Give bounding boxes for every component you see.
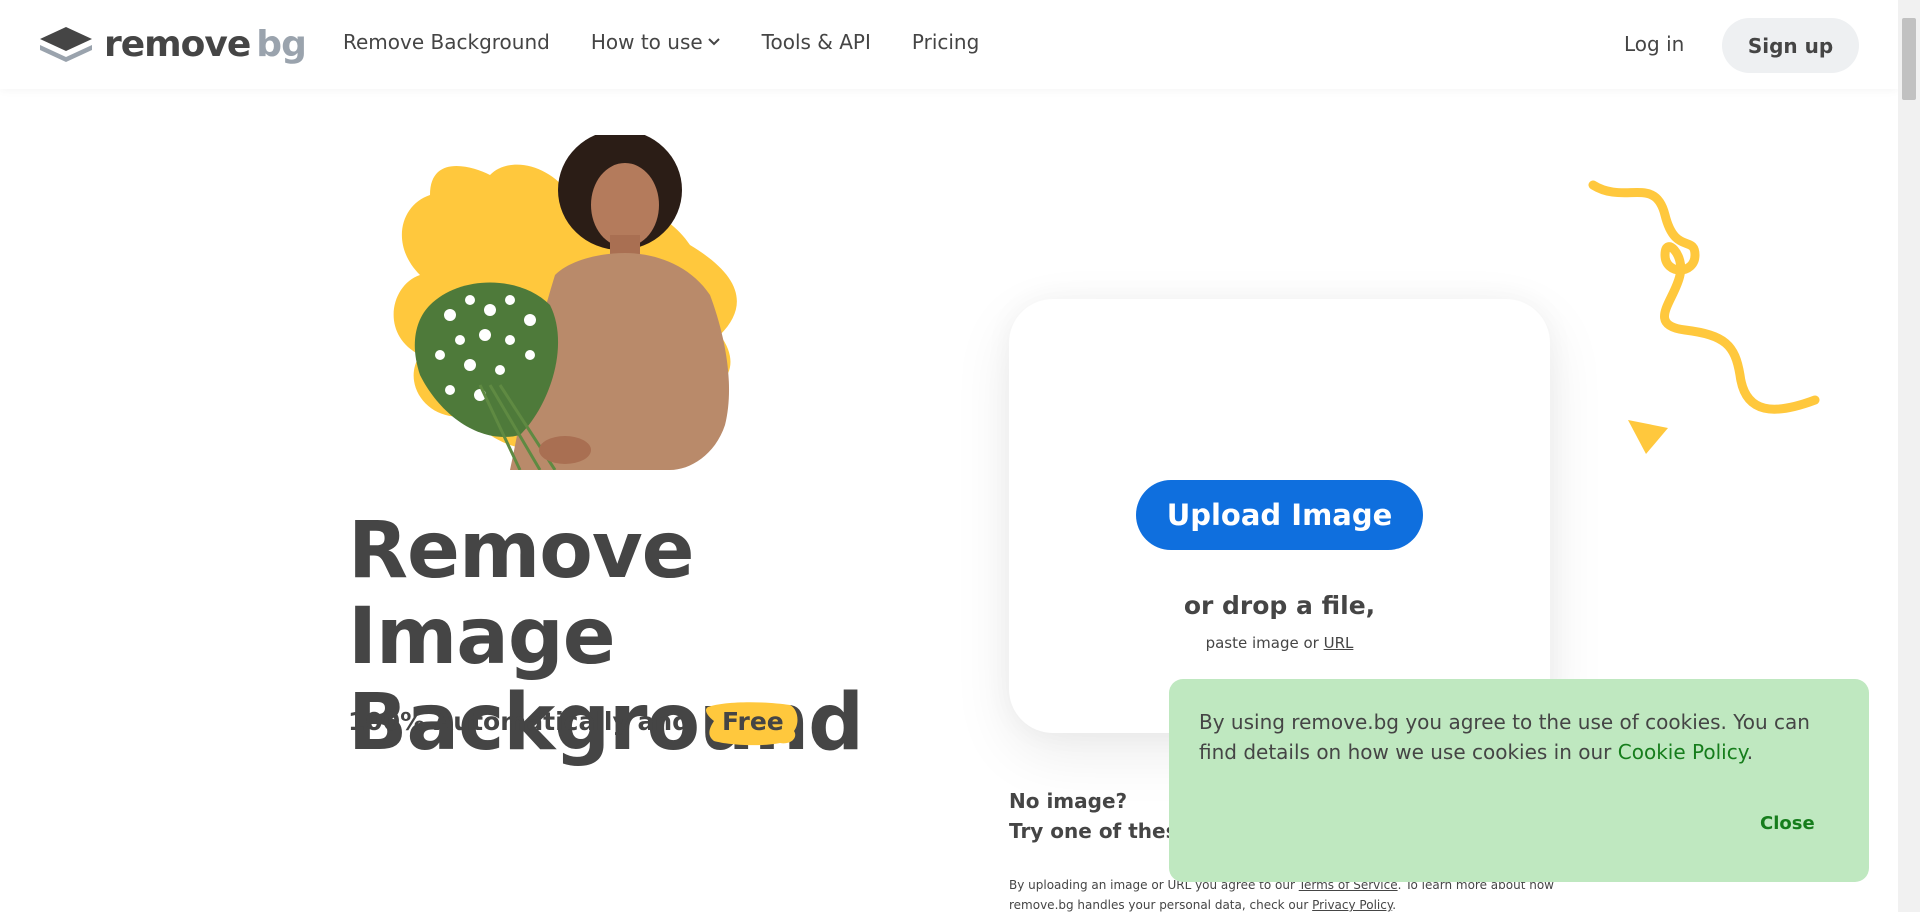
hero-title-line1: Remove Image: [348, 506, 695, 682]
top-navbar: remove bg Remove Background How to use To…: [0, 0, 1898, 89]
nav-label: Tools & API: [761, 30, 871, 54]
yellow-triangle-decoration: [1628, 420, 1668, 454]
nav-label: How to use: [590, 30, 703, 54]
upload-image-button[interactable]: Upload Image: [1136, 480, 1423, 550]
nav-label: Remove Background: [343, 30, 550, 54]
free-text: Free: [722, 707, 784, 736]
upload-card[interactable]: Upload Image or drop a file, paste image…: [1009, 299, 1550, 733]
scrollbar-thumb[interactable]: [1902, 18, 1916, 100]
chevron-down-icon: [707, 38, 720, 46]
paste-label: paste image or: [1205, 634, 1319, 652]
nav-pricing[interactable]: Pricing: [912, 30, 979, 54]
nav-label: Pricing: [911, 30, 980, 54]
signup-button[interactable]: Sign up: [1722, 18, 1859, 73]
cookie-banner: By using remove.bg you agree to the use …: [1169, 679, 1869, 882]
paste-image-text: paste image or URL: [1009, 634, 1550, 652]
drop-file-text: or drop a file,: [1183, 591, 1376, 620]
stacked-layers-logo-icon: [40, 26, 92, 62]
nav-tools-api[interactable]: Tools & API: [762, 30, 871, 54]
privacy-policy-link[interactable]: Privacy Policy: [1312, 898, 1392, 912]
hero-subtitle: 100% Automatically and Free: [348, 701, 802, 746]
hero-subtitle-text: 100% Automatically and: [348, 707, 691, 736]
nav-remove-background[interactable]: Remove Background: [343, 30, 550, 54]
cookie-message: By using remove.bg you agree to the use …: [1199, 707, 1839, 767]
cookie-period: .: [1746, 740, 1754, 764]
logo[interactable]: remove bg: [38, 24, 307, 65]
logo-remove-text: remove: [104, 24, 251, 65]
login-link[interactable]: Log in: [1624, 32, 1684, 56]
terms-text-part3: .: [1392, 898, 1397, 912]
nav-how-to-use[interactable]: How to use: [591, 30, 721, 54]
yellow-squiggle-decoration: [1588, 180, 1820, 414]
logo-text: remove bg: [104, 24, 307, 65]
page-scrollbar[interactable]: [1898, 0, 1920, 912]
cookie-close-button[interactable]: Close: [1760, 813, 1815, 834]
free-badge: Free: [704, 701, 802, 746]
logo-bg-text: bg: [256, 24, 307, 65]
hero-woman-with-flowers-image: [393, 135, 737, 470]
main-nav: Remove Background How to use Tools & API…: [343, 30, 1020, 54]
cookie-policy-link[interactable]: Cookie Policy: [1618, 740, 1747, 764]
url-link[interactable]: URL: [1324, 634, 1354, 652]
